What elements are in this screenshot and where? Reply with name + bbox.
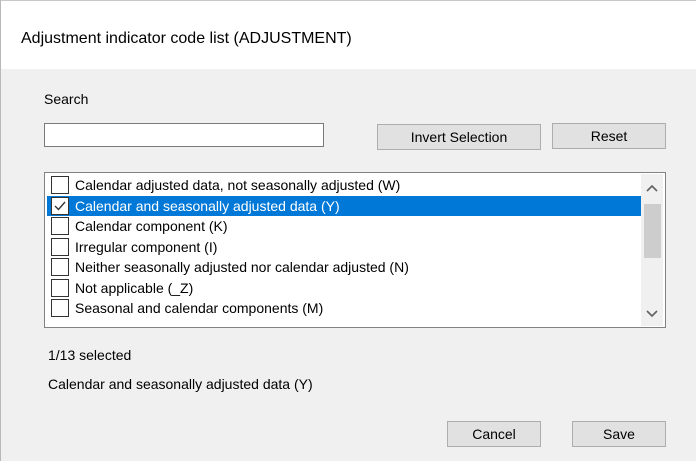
scroll-up-icon[interactable]: [641, 178, 663, 200]
selection-count: 1/13 selected: [48, 347, 132, 363]
item-label: Calendar and seasonally adjusted data (Y…: [75, 197, 340, 214]
window-left-border: [0, 0, 1, 461]
list-item[interactable]: Irregular component (I): [47, 237, 641, 257]
item-checkbox[interactable]: [51, 258, 69, 276]
save-button[interactable]: Save: [572, 421, 666, 447]
list-item[interactable]: Calendar component (K): [47, 216, 641, 236]
vertical-scrollbar[interactable]: [641, 174, 663, 326]
reset-button[interactable]: Reset: [552, 123, 666, 149]
selection-summary: Calendar and seasonally adjusted data (Y…: [48, 376, 313, 392]
checkmark-icon: [54, 201, 66, 211]
scrollbar-thumb[interactable]: [644, 204, 661, 258]
item-checkbox[interactable]: [51, 278, 69, 297]
invert-selection-button[interactable]: Invert Selection: [377, 124, 541, 150]
item-label: Calendar adjusted data, not seasonally a…: [75, 177, 401, 193]
item-checkbox[interactable]: [51, 196, 69, 215]
list-item[interactable]: Calendar and seasonally adjusted data (Y…: [47, 195, 641, 216]
item-label: Irregular component (I): [75, 238, 218, 255]
item-label: Seasonal and calendar components (M): [75, 300, 324, 316]
item-label: Neither seasonally adjusted nor calendar…: [75, 259, 409, 275]
item-checkbox[interactable]: [51, 237, 69, 256]
item-checkbox[interactable]: [51, 217, 69, 235]
item-label: Calendar component (K): [75, 218, 228, 234]
list-item[interactable]: Neither seasonally adjusted nor calendar…: [47, 257, 641, 277]
code-listbox[interactable]: Calendar adjusted data, not seasonally a…: [44, 172, 666, 328]
item-label: Not applicable (_Z): [75, 279, 194, 296]
search-input[interactable]: [44, 123, 324, 147]
scroll-down-icon[interactable]: [641, 302, 663, 324]
item-checkbox[interactable]: [51, 176, 69, 194]
title-bar: Adjustment indicator code list (ADJUSTME…: [1, 1, 696, 69]
dialog-title: Adjustment indicator code list (ADJUSTME…: [21, 30, 352, 47]
cancel-button[interactable]: Cancel: [447, 421, 541, 447]
list-item[interactable]: Calendar adjusted data, not seasonally a…: [47, 175, 641, 195]
list-item[interactable]: Not applicable (_Z): [47, 278, 641, 298]
item-checkbox[interactable]: [51, 299, 69, 317]
search-label: Search: [44, 91, 89, 107]
list-item[interactable]: Seasonal and calendar components (M): [47, 298, 641, 318]
